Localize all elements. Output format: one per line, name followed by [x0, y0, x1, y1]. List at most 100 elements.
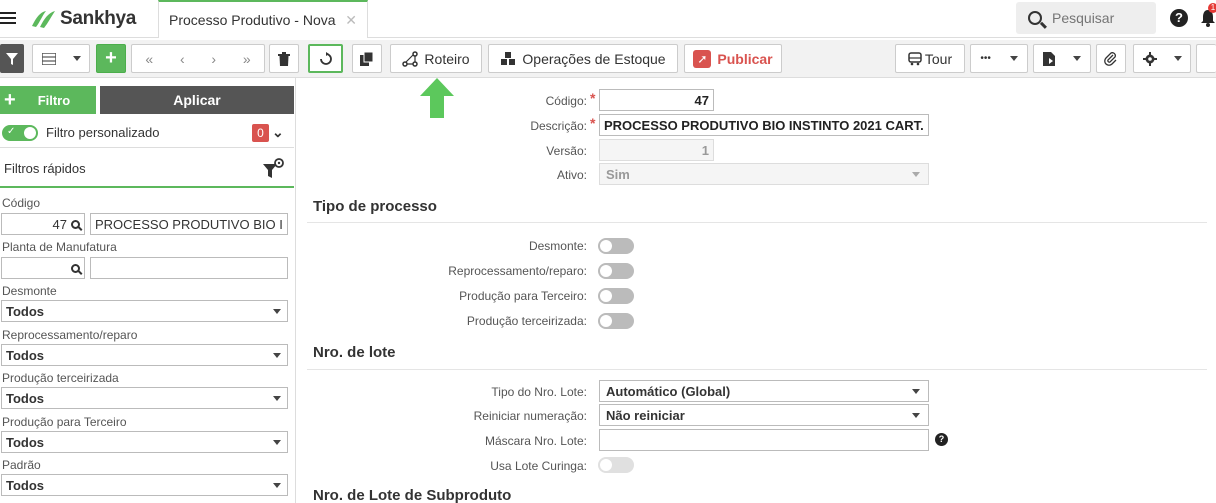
- refresh-button[interactable]: [308, 44, 343, 73]
- settings-button[interactable]: [1133, 44, 1191, 73]
- attach-button[interactable]: [1096, 44, 1126, 73]
- operacoes-estoque-button[interactable]: Operações de Estoque: [488, 44, 678, 73]
- sb-codigo-label: Código: [2, 196, 41, 210]
- boxes-icon: [501, 51, 516, 65]
- main-form: Código: * 47 Descrição: * PROCESSO PRODU…: [297, 78, 1216, 503]
- codigo-input[interactable]: 47: [599, 89, 714, 111]
- mascara-input[interactable]: [599, 429, 929, 451]
- sb-terceirizada-select[interactable]: Todos: [1, 387, 288, 409]
- sb-desmonte-value: Todos: [6, 303, 45, 319]
- sb-para-terceiro-label: Produção para Terceiro: [2, 415, 127, 429]
- reiniciar-label: Reiniciar numeração:: [473, 409, 587, 423]
- roteiro-button[interactable]: Roteiro: [390, 44, 482, 73]
- required-mark: *: [590, 115, 596, 131]
- ativo-value: Sim: [606, 166, 630, 182]
- help-icon[interactable]: ?: [1170, 9, 1188, 27]
- custom-filter-label: Filtro personalizado: [46, 125, 160, 140]
- operacoes-label: Operações de Estoque: [522, 50, 666, 67]
- notification-badge: 1: [1208, 3, 1216, 13]
- report-button[interactable]: [1033, 44, 1091, 73]
- top-bar: Sankhya Processo Produtivo - Nova ✕ ? 1: [0, 0, 1216, 38]
- logo[interactable]: Sankhya: [28, 6, 136, 32]
- reprocessamento-label: Reprocessamento/reparo:: [448, 264, 587, 278]
- menu-icon[interactable]: [0, 9, 18, 27]
- refresh-icon: [319, 51, 332, 65]
- versao-input: 1: [599, 139, 714, 161]
- add-button[interactable]: +: [96, 44, 126, 73]
- para-terceiro-toggle[interactable]: [598, 288, 634, 304]
- share-icon: ➚: [693, 49, 712, 68]
- versao-label: Versão:: [546, 144, 587, 158]
- more-actions-button[interactable]: •••: [970, 44, 1028, 73]
- bus-icon: [908, 51, 922, 65]
- subproduto-title: Nro. de Lote de Subproduto: [313, 487, 512, 503]
- search-icon[interactable]: [71, 219, 80, 229]
- first-page-icon[interactable]: «: [145, 51, 153, 67]
- chevron-down-icon: [273, 309, 281, 314]
- terceirizada-label: Produção terceirizada:: [466, 314, 587, 328]
- delete-button[interactable]: [269, 44, 299, 73]
- close-icon[interactable]: ✕: [345, 12, 357, 29]
- descricao-label: Descrição:: [530, 119, 587, 133]
- tour-button[interactable]: Tour: [895, 44, 965, 73]
- publicar-button[interactable]: ➚ Publicar: [684, 44, 782, 73]
- filter-toggle-button[interactable]: [0, 44, 24, 73]
- filtro-label: Filtro: [37, 92, 71, 108]
- chevron-down-icon: [912, 413, 920, 418]
- desmonte-label: Desmonte:: [528, 239, 587, 253]
- toolbar: + « ‹ › » Roteiro Operações de Estoque ➚…: [0, 40, 1216, 78]
- chevron-down-icon[interactable]: ⌄: [272, 124, 284, 141]
- duplicate-button[interactable]: [352, 44, 382, 73]
- last-page-icon[interactable]: »: [243, 51, 251, 67]
- tab-title: Processo Produtivo - Nova: [169, 12, 336, 28]
- sb-reprocessamento-select[interactable]: Todos: [1, 344, 288, 366]
- reprocessamento-toggle[interactable]: [598, 263, 634, 279]
- tipo-lote-label: Tipo do Nro. Lote:: [491, 385, 587, 399]
- search-input[interactable]: [1052, 10, 1142, 26]
- descricao-value: PROCESSO PRODUTIVO BIO INSTINTO 2021 CAR…: [604, 117, 924, 133]
- grid-view-button[interactable]: [32, 44, 90, 73]
- search-icon[interactable]: [71, 263, 80, 273]
- sankhya-logo-icon: [32, 11, 55, 28]
- terceirizada-toggle[interactable]: [598, 313, 634, 329]
- apply-filter-button[interactable]: Aplicar: [100, 86, 294, 114]
- sb-planta-input[interactable]: [1, 257, 85, 279]
- help-icon[interactable]: ?: [935, 433, 948, 446]
- sb-para-terceiro-select[interactable]: Todos: [1, 431, 288, 453]
- tab-processo-produtivo[interactable]: Processo Produtivo - Nova ✕: [158, 0, 368, 38]
- sb-codigo-input[interactable]: 47: [1, 213, 85, 235]
- chevron-down-icon: [273, 483, 281, 488]
- curinga-label: Usa Lote Curinga:: [490, 459, 587, 473]
- next-page-icon[interactable]: ›: [211, 51, 216, 67]
- codigo-label: Código:: [545, 94, 587, 108]
- custom-filter-toggle[interactable]: ✓: [2, 124, 38, 141]
- add-filter-button[interactable]: + Filtro: [0, 86, 96, 114]
- sb-para-terceiro-value: Todos: [6, 434, 45, 450]
- lote-title: Nro. de lote: [313, 344, 396, 361]
- sb-reprocessamento-value: Todos: [6, 347, 45, 363]
- sb-planta-label: Planta de Manufatura: [2, 240, 117, 254]
- chevron-down-icon: [273, 353, 281, 358]
- toolbar-overflow-button[interactable]: [1196, 44, 1216, 73]
- prev-page-icon[interactable]: ‹: [180, 51, 185, 67]
- filter-settings-icon[interactable]: [262, 158, 284, 180]
- custom-filter-count-badge: 0: [252, 124, 269, 142]
- chevron-down-icon: [912, 172, 920, 177]
- sb-padrao-select[interactable]: Todos: [1, 474, 288, 496]
- tipo-lote-select[interactable]: Automático (Global): [599, 380, 929, 402]
- sb-terceirizada-value: Todos: [6, 390, 45, 406]
- descricao-input[interactable]: PROCESSO PRODUTIVO BIO INSTINTO 2021 CAR…: [599, 114, 929, 136]
- desmonte-toggle[interactable]: [598, 238, 634, 254]
- reiniciar-select[interactable]: Não reiniciar: [599, 404, 929, 426]
- roteiro-label: Roteiro: [424, 50, 470, 67]
- curinga-toggle: [598, 457, 634, 473]
- search-icon: [1028, 11, 1042, 25]
- sb-padrao-value: Todos: [6, 477, 45, 493]
- reiniciar-value: Não reiniciar: [606, 407, 685, 423]
- search-box[interactable]: [1016, 2, 1156, 34]
- section-divider: [307, 222, 1207, 223]
- sb-codigo-value: 47: [52, 216, 67, 232]
- sb-desmonte-select[interactable]: Todos: [1, 300, 288, 322]
- document-icon: [1043, 51, 1055, 66]
- check-icon: ✓: [7, 125, 16, 137]
